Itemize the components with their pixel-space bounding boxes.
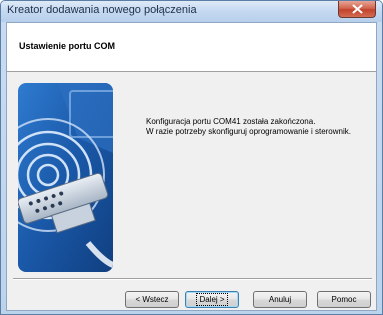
footer-separator — [13, 278, 372, 280]
help-button[interactable]: Pomoc — [317, 291, 371, 308]
cancel-button[interactable]: Anuluj — [253, 291, 307, 308]
next-button-label: Dalej > — [196, 293, 228, 306]
wizard-window: Kreator dodawania nowego połączenia Usta… — [0, 0, 383, 315]
close-icon — [352, 4, 363, 14]
page-title: Ustawienie portu COM — [19, 41, 116, 51]
window-title: Kreator dodawania nowego połączenia — [7, 4, 197, 16]
help-button-label: Pomoc — [331, 295, 357, 304]
wizard-client-area: Ustawienie portu COM Konfiguracja portu … — [6, 22, 377, 311]
message-line-2: W razie potrzeby skonfiguruj oprogramowa… — [146, 127, 351, 136]
completion-message: Konfiguracja portu COM41 została zakończ… — [146, 117, 371, 137]
message-line-1: Konfiguracja portu COM41 została zakończ… — [146, 117, 316, 126]
back-button[interactable]: < Wstecz — [125, 291, 179, 308]
back-button-label: < Wstecz — [135, 295, 169, 304]
wizard-header: Ustawienie portu COM — [7, 23, 376, 72]
next-button[interactable]: Dalej > — [185, 291, 239, 308]
title-bar[interactable]: Kreator dodawania nowego połączenia — [1, 1, 382, 22]
wireless-connection-illustration — [18, 83, 113, 272]
cancel-button-label: Anuluj — [268, 295, 292, 304]
close-button[interactable] — [338, 1, 376, 18]
